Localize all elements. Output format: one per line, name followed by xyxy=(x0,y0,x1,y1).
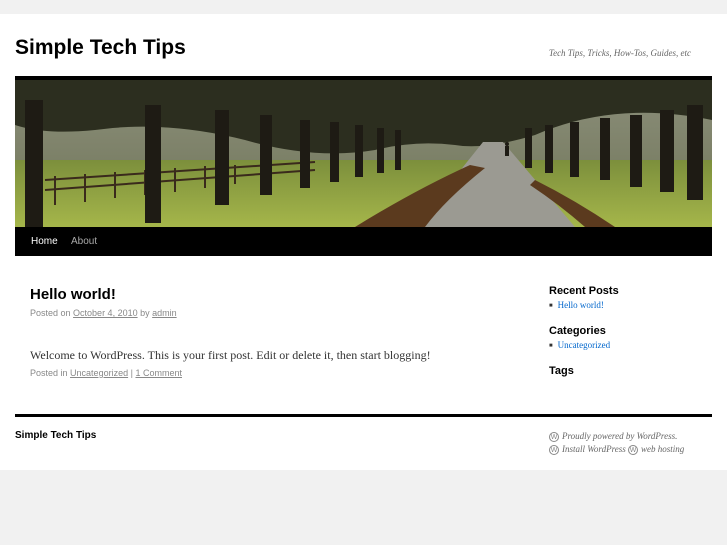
powered-by-credit: W Proudly powered by WordPress. xyxy=(549,431,677,442)
recent-posts-title: Recent Posts xyxy=(549,285,619,297)
wordpress-icon: W xyxy=(549,431,559,442)
web-hosting-link[interactable]: web hosting xyxy=(641,444,684,454)
bullet-icon: ■ xyxy=(549,342,553,349)
tree-lined-path-photo xyxy=(15,80,712,227)
site-description: Tech Tips, Tricks, How-Tos, Guides, etc xyxy=(548,48,691,58)
footer-site-title[interactable]: Simple Tech Tips xyxy=(15,430,96,441)
wordpress-icon: W xyxy=(549,444,559,455)
page-wrapper: Simple Tech Tips Tech Tips, Tricks, How-… xyxy=(0,14,727,470)
category-link[interactable]: Uncategorized xyxy=(70,368,128,378)
bullet-icon: ■ xyxy=(549,302,553,309)
header-image xyxy=(15,80,712,227)
category-label[interactable]: Uncategorized xyxy=(558,340,610,350)
install-wordpress-link[interactable]: Install WordPress xyxy=(562,444,626,454)
author-link[interactable]: admin xyxy=(152,308,177,318)
by-label: by xyxy=(140,308,150,318)
nav-item-home[interactable]: Home xyxy=(31,227,58,256)
category-item[interactable]: ■ Uncategorized xyxy=(549,340,610,350)
nav-item-about[interactable]: About xyxy=(71,227,97,256)
post-content: Welcome to WordPress. This is your first… xyxy=(30,348,431,362)
powered-by-link[interactable]: Proudly powered by WordPress. xyxy=(562,431,677,441)
comments-link[interactable]: 1 Comment xyxy=(135,368,182,378)
post-title[interactable]: Hello world! xyxy=(30,286,116,303)
categories-title: Categories xyxy=(549,325,606,337)
recent-post-link[interactable]: ■ Hello world! xyxy=(549,300,604,310)
posted-on-label: Posted on xyxy=(30,308,71,318)
wordpress-icon: W xyxy=(628,444,639,455)
install-credit: W Install WordPress Wweb hosting xyxy=(549,444,684,455)
main-menu: Home About xyxy=(15,227,712,256)
tags-title: Tags xyxy=(549,365,574,377)
site-title[interactable]: Simple Tech Tips xyxy=(15,36,186,60)
meta-separator: | xyxy=(130,368,133,378)
posted-in-label: Posted in xyxy=(30,368,68,378)
post-date-link[interactable]: October 4, 2010 xyxy=(73,308,138,318)
post-meta: Posted on October 4, 2010 by admin xyxy=(30,308,177,318)
post-footer-meta: Posted in Uncategorized | 1 Comment xyxy=(30,368,182,378)
recent-post-label[interactable]: Hello world! xyxy=(558,300,604,310)
footer-divider xyxy=(15,414,712,417)
